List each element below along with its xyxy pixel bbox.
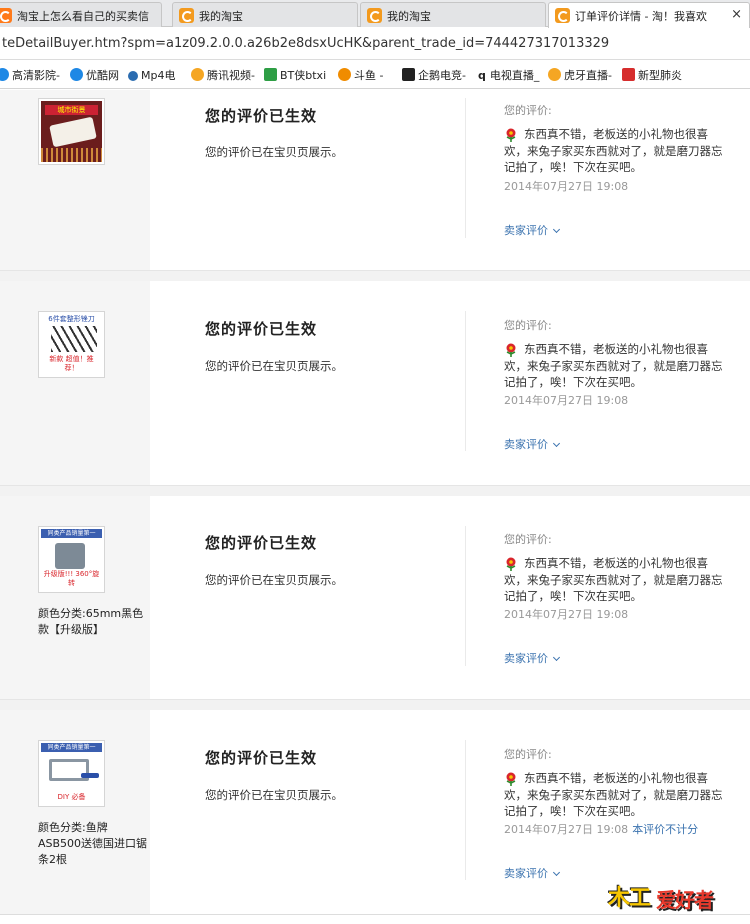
bookmark-douyu[interactable]: 斗鱼 -: [338, 67, 383, 83]
douyu-icon: [338, 68, 351, 81]
review-status: 您的评价已生效: [205, 107, 318, 125]
browser-tab-bar: 淘宝上怎么看自己的买卖信 我的淘宝 我的淘宝 订单评价详情 - 淘！我喜欢 ×: [0, 0, 750, 28]
separator: [0, 271, 750, 281]
bookmark-tencent-video[interactable]: 腾讯视频-: [191, 67, 255, 83]
bookmark-tv-live[interactable]: q 电视直播_: [478, 67, 539, 83]
thumb-caption: 6件套整形锉刀: [48, 315, 95, 323]
your-review-label: 您的评价:: [504, 104, 552, 117]
your-review-label: 您的评价:: [504, 748, 552, 761]
bookmark-mp4[interactable]: Mp4电: [128, 67, 175, 83]
review-date: 2014年07月27日 19:08 本评价不计分: [504, 823, 699, 836]
thumb-caption: 同类产品销量第一: [41, 529, 102, 538]
bookmark-hd-cinema[interactable]: 高清影院-: [0, 67, 60, 83]
seller-review-toggle[interactable]: 卖家评价: [504, 436, 561, 452]
review-text: 东西真不错，老板送的小礼物也很喜欢，来兔子家买东西就对了，就是磨刀器忘记拍了，唉…: [504, 771, 723, 818]
chevron-down-icon: [552, 225, 561, 234]
review-date: 2014年07月27日 19:08: [504, 394, 629, 407]
review-text: 东西真不错，老板送的小礼物也很喜欢，来兔子家买东西就对了，就是磨刀器忘记拍了，唉…: [504, 127, 723, 174]
review-shown-note: 您的评价已在宝贝页展示。: [205, 145, 343, 159]
bookmarks-bar: 高清影院- 优酷网 Mp4电 腾讯视频- BT侠btxi 斗鱼 - 企鹅电竞- …: [0, 61, 750, 89]
globe-icon: [128, 71, 138, 81]
chevron-down-icon: [552, 653, 561, 662]
thumb-caption: 同类产品销量第一: [41, 743, 102, 752]
taobao-tab-icon: [0, 8, 12, 23]
taobao-tab-icon: [367, 8, 382, 23]
news-icon: [622, 68, 635, 81]
product-image: [51, 326, 97, 352]
review-item: 6件套整形锉刀 新款 超值！推荐！ 您的评价已生效 您的评价已在宝贝页展示。 您…: [0, 281, 750, 486]
taobao-tab-icon: [179, 8, 194, 23]
review-status: 您的评价已生效: [205, 320, 318, 338]
review-shown-note: 您的评价已在宝贝页展示。: [205, 359, 343, 373]
bookmark-huya[interactable]: 虎牙直播-: [548, 67, 612, 83]
tab-order-review[interactable]: 订单评价详情 - 淘！我喜欢 ×: [548, 2, 750, 28]
watermark-logo: 木工 爱好者: [608, 886, 714, 912]
chevron-down-icon: [552, 439, 561, 448]
seller-review-toggle[interactable]: 卖家评价: [504, 650, 561, 666]
review-status: 您的评价已生效: [205, 749, 318, 767]
taobao-tab-icon: [555, 8, 570, 23]
bookmark-pneumonia[interactable]: 新型肺炎: [622, 67, 682, 83]
tencent-video-icon: [191, 68, 204, 81]
your-review-label: 您的评价:: [504, 533, 552, 546]
bookmark-penguin-esports[interactable]: 企鹅电竞-: [402, 67, 466, 83]
thumb-caption: 城市街景: [45, 105, 98, 115]
product-image: [49, 116, 97, 148]
play-icon: [0, 68, 9, 81]
youku-icon: [70, 68, 83, 81]
tab-my-taobao-2[interactable]: 我的淘宝: [360, 2, 546, 27]
penguin-icon: [402, 68, 415, 81]
url-text[interactable]: teDetailBuyer.htm?spm=a1z09.2.0.0.a26b2e…: [2, 36, 609, 51]
not-counted-note[interactable]: 本评价不计分: [632, 823, 698, 836]
review-date: 2014年07月27日 19:08: [504, 180, 629, 193]
bookmark-youku[interactable]: 优酷网: [70, 67, 119, 83]
review-text: 东西真不错，老板送的小礼物也很喜欢，来兔子家买东西就对了，就是磨刀器忘记拍了，唉…: [504, 556, 723, 603]
product-variant: 颜色分类:鱼牌ASB500送德国进口锯条2根: [38, 821, 148, 866]
review-status: 您的评价已生效: [205, 534, 318, 552]
product-image: [55, 543, 85, 569]
review-date: 2014年07月27日 19:08: [504, 608, 629, 621]
seller-review-toggle[interactable]: 卖家评价: [504, 865, 561, 881]
review-shown-note: 您的评价已在宝贝页展示。: [205, 573, 343, 587]
review-item: 城市街景 您的评价已生效 您的评价已在宝贝页展示。 您的评价: 东西真不错，老板…: [0, 90, 750, 271]
tab-my-taobao-1[interactable]: 我的淘宝: [172, 2, 358, 27]
review-item: 同类产品销量第一 升级版!!! 360°旋转 颜色分类:65mm黑色款【升级版】…: [0, 496, 750, 700]
separator: [0, 700, 750, 710]
chevron-down-icon: [552, 868, 561, 877]
bookmark-bt[interactable]: BT侠btxi: [264, 67, 326, 83]
review-list: 城市街景 您的评价已生效 您的评价已在宝贝页展示。 您的评价: 东西真不错，老板…: [0, 90, 750, 924]
bt-icon: [264, 68, 277, 81]
seller-review-toggle[interactable]: 卖家评价: [504, 222, 561, 238]
q-icon: q: [478, 69, 486, 82]
product-variant: 颜色分类:65mm黑色款【升级版】: [38, 607, 144, 636]
address-bar[interactable]: teDetailBuyer.htm?spm=a1z09.2.0.0.a26b2e…: [0, 28, 750, 60]
product-thumbnail[interactable]: 城市街景: [38, 98, 105, 165]
close-tab-icon[interactable]: ×: [731, 7, 742, 22]
separator: [0, 486, 750, 496]
review-text: 东西真不错，老板送的小礼物也很喜欢，来兔子家买东西就对了，就是磨刀器忘记拍了，唉…: [504, 342, 723, 389]
product-thumbnail[interactable]: 同类产品销量第一 升级版!!! 360°旋转: [38, 526, 105, 593]
huya-icon: [548, 68, 561, 81]
your-review-label: 您的评价:: [504, 319, 552, 332]
product-thumbnail[interactable]: 同类产品销量第一 DIY 必备: [38, 740, 105, 807]
tab-taobao-search[interactable]: 淘宝上怎么看自己的买卖信: [0, 2, 162, 27]
product-thumbnail[interactable]: 6件套整形锉刀 新款 超值！推荐！: [38, 311, 105, 378]
review-shown-note: 您的评价已在宝贝页展示。: [205, 788, 343, 802]
